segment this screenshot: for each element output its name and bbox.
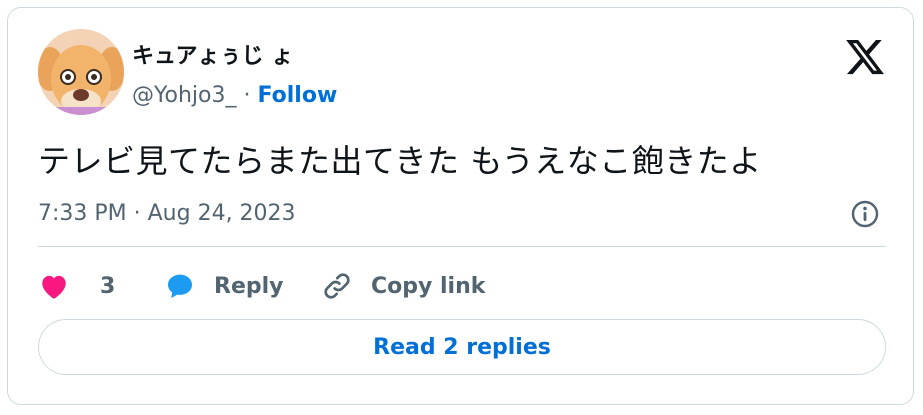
info-icon[interactable]: [849, 198, 881, 230]
follow-button[interactable]: Follow: [258, 83, 338, 108]
tweet-timestamp[interactable]: 7:33 PM · Aug 24, 2023: [38, 201, 296, 226]
tweet-card: キュアょぅじ ょ @Yohjo3_ · Follow テレビ見てたらまた出てきた…: [7, 7, 914, 405]
reply-button[interactable]: Reply: [164, 266, 284, 306]
speech-bubble-icon: [164, 270, 196, 302]
x-logo-icon[interactable]: [844, 36, 886, 78]
copy-link-label: Copy link: [371, 273, 486, 299]
divider: [38, 246, 886, 247]
copy-link-button[interactable]: Copy link: [321, 266, 485, 306]
link-icon: [321, 270, 353, 302]
tweet-text: テレビ見てたらまた出てきた もうえなこ飽きたよ: [38, 142, 762, 180]
author-display-name[interactable]: キュアょぅじ ょ: [132, 38, 293, 70]
reply-label: Reply: [214, 273, 284, 299]
author-handle[interactable]: @Yohjo3_: [132, 83, 237, 108]
author-handle-row: @Yohjo3_ · Follow: [132, 83, 337, 108]
like-count: 3: [100, 273, 116, 299]
avatar[interactable]: [38, 29, 124, 115]
like-button[interactable]: 3: [38, 266, 115, 306]
action-bar: 3 Reply Copy link: [38, 266, 886, 306]
read-replies-button[interactable]: Read 2 replies: [38, 319, 886, 375]
separator-dot: ·: [243, 83, 251, 108]
heart-icon: [38, 270, 70, 302]
